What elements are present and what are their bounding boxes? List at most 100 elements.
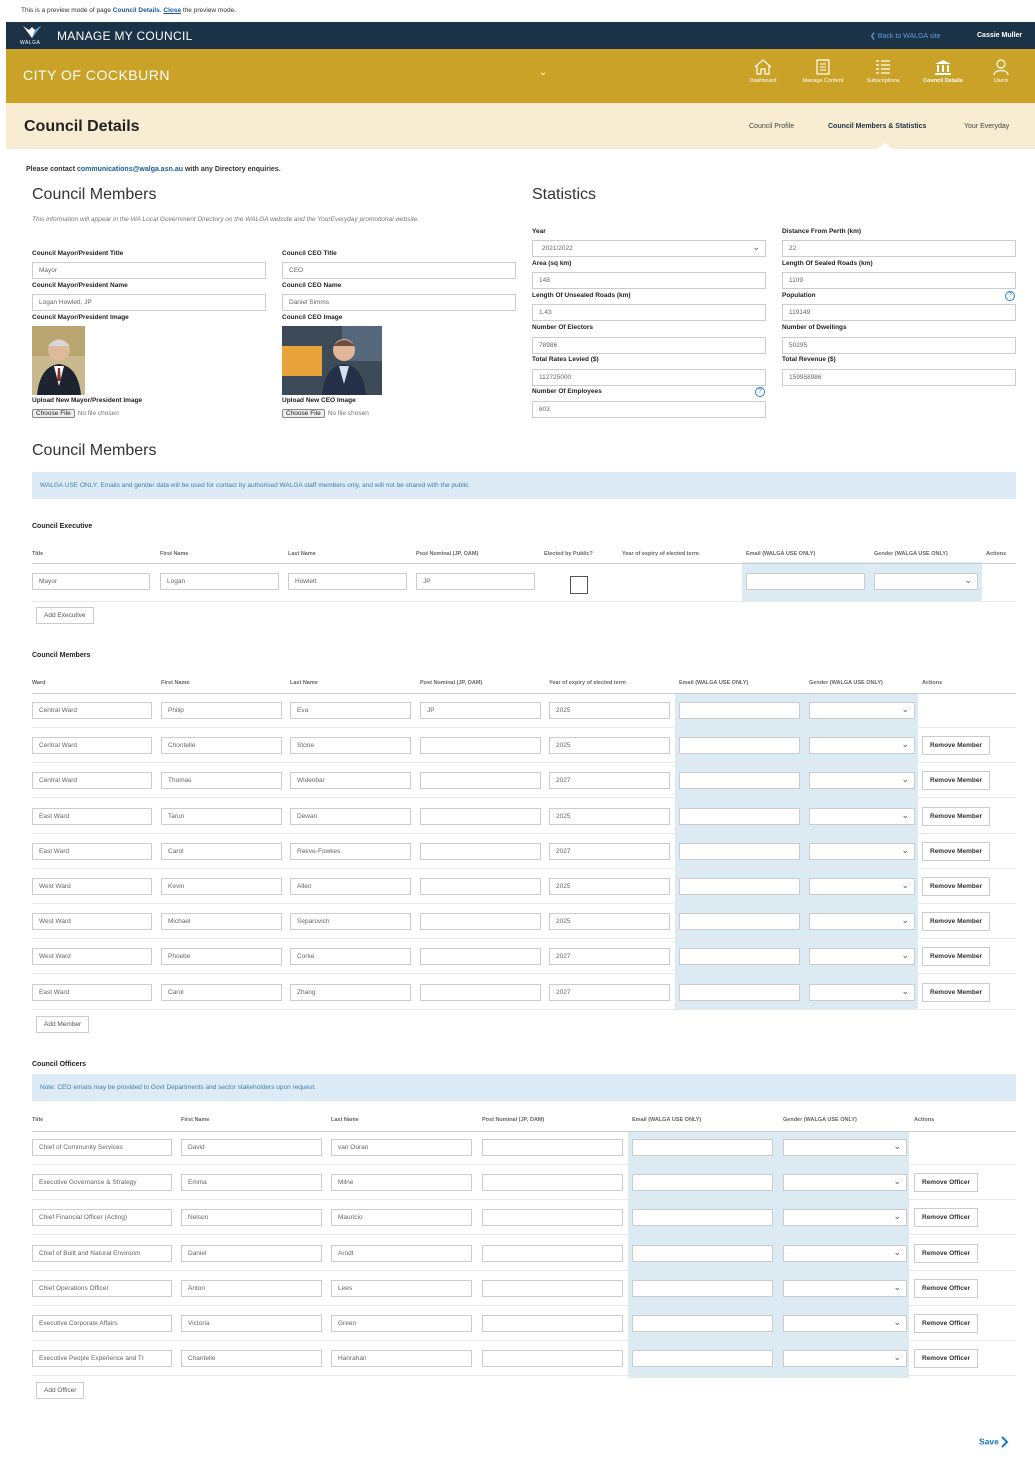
- post-nominal-input[interactable]: [482, 1315, 623, 1332]
- officer-title-input[interactable]: Chief of Community Services: [32, 1139, 172, 1156]
- first-name-input[interactable]: Chontelle: [161, 737, 282, 755]
- ceo-name-input[interactable]: Daniel Simms: [282, 294, 516, 311]
- last-name-input[interactable]: Eva: [290, 702, 411, 719]
- gender-select[interactable]: [809, 737, 915, 755]
- remove-officer-button[interactable]: Remove Officer: [914, 1243, 979, 1263]
- ward-input[interactable]: East Ward: [32, 842, 152, 860]
- last-name-input[interactable]: Dewan: [290, 807, 411, 825]
- executive-first-name-input[interactable]: Logan: [160, 573, 279, 590]
- nav-users[interactable]: Users: [971, 59, 1031, 84]
- mayor-title-input[interactable]: Mayor: [32, 262, 266, 279]
- gender-select[interactable]: [809, 913, 915, 931]
- ward-input[interactable]: East Ward: [32, 983, 152, 1001]
- gender-select[interactable]: [809, 807, 915, 825]
- employees-input[interactable]: 603: [532, 401, 766, 418]
- first-name-input[interactable]: Victoria: [181, 1315, 322, 1332]
- officer-title-input[interactable]: Executive People Experience and Tr: [32, 1350, 172, 1368]
- distance-input[interactable]: 22: [782, 240, 1016, 257]
- employees-help-icon[interactable]: ?: [755, 387, 765, 397]
- email-input[interactable]: [679, 983, 800, 1001]
- ward-input[interactable]: East Ward: [32, 807, 152, 825]
- first-name-input[interactable]: Chantelle: [181, 1350, 322, 1368]
- remove-member-button[interactable]: Remove Member: [922, 771, 991, 791]
- year-select[interactable]: 2021/2022: [532, 240, 766, 257]
- save-button[interactable]: Save: [979, 1436, 1009, 1448]
- last-name-input[interactable]: Lees: [331, 1279, 472, 1297]
- dwellings-input[interactable]: 50295: [782, 337, 1016, 354]
- last-name-input[interactable]: Corke: [290, 948, 411, 966]
- electors-input[interactable]: 78986: [532, 337, 766, 354]
- population-input[interactable]: 119149: [782, 304, 1016, 321]
- gender-select[interactable]: [809, 878, 915, 895]
- gender-select[interactable]: [809, 948, 915, 966]
- nav-council-details[interactable]: Council Details: [913, 59, 973, 84]
- gender-select[interactable]: [783, 1174, 907, 1192]
- council-switch-chevron-icon[interactable]: ⌄: [539, 67, 547, 78]
- post-nominal-input[interactable]: [420, 878, 541, 895]
- post-nominal-input[interactable]: [482, 1209, 623, 1227]
- ward-input[interactable]: West Ward: [32, 948, 152, 966]
- contact-email-link[interactable]: communications@walga.asn.au: [77, 166, 183, 173]
- term-expiry-input[interactable]: 2025: [549, 702, 670, 719]
- choose-file-button[interactable]: Choose File: [282, 409, 325, 418]
- remove-member-button[interactable]: Remove Member: [922, 841, 991, 861]
- email-input[interactable]: [679, 948, 800, 966]
- officer-title-input[interactable]: Chief Operations Officer: [32, 1279, 172, 1297]
- term-expiry-input[interactable]: 2025: [549, 737, 670, 755]
- remove-officer-button[interactable]: Remove Officer: [914, 1208, 979, 1228]
- term-expiry-input[interactable]: 2027: [549, 772, 670, 790]
- last-name-input[interactable]: Allen: [290, 878, 411, 895]
- first-name-input[interactable]: Thomas: [161, 772, 282, 790]
- first-name-input[interactable]: Anton: [181, 1279, 322, 1297]
- unsealed-roads-input[interactable]: 1.43: [532, 304, 766, 321]
- remove-member-button[interactable]: Remove Member: [922, 736, 991, 756]
- remove-member-button[interactable]: Remove Member: [922, 947, 991, 967]
- first-name-input[interactable]: Kevin: [161, 878, 282, 895]
- first-name-input[interactable]: Philip: [161, 702, 282, 719]
- first-name-input[interactable]: Carol: [161, 842, 282, 860]
- term-expiry-input[interactable]: 2027: [549, 983, 670, 1001]
- ceo-title-input[interactable]: CEO: [282, 262, 516, 279]
- post-nominal-input[interactable]: [482, 1174, 623, 1192]
- ward-input[interactable]: Central Ward: [32, 772, 152, 790]
- last-name-input[interactable]: Green: [331, 1315, 472, 1332]
- last-name-input[interactable]: Reeve-Fowkes: [290, 842, 411, 860]
- last-name-input[interactable]: Widenbar: [290, 772, 411, 790]
- first-name-input[interactable]: Tarun: [161, 807, 282, 825]
- post-nominal-input[interactable]: [420, 772, 541, 790]
- officer-title-input[interactable]: Executive Governance & Strategy: [32, 1174, 172, 1192]
- last-name-input[interactable]: van Ooran: [331, 1139, 472, 1156]
- email-input[interactable]: [632, 1279, 773, 1297]
- remove-member-button[interactable]: Remove Member: [922, 982, 991, 1002]
- tab-council-profile[interactable]: Council Profile: [749, 123, 794, 130]
- add-executive-button[interactable]: Add Executive: [36, 607, 94, 624]
- post-nominal-input[interactable]: [420, 737, 541, 755]
- back-to-walga-link[interactable]: ❮ Back to WALGA site: [870, 32, 941, 40]
- add-member-button[interactable]: Add Member: [36, 1016, 90, 1033]
- executive-gender-select[interactable]: [874, 573, 978, 590]
- gender-select[interactable]: [783, 1279, 907, 1297]
- email-input[interactable]: [632, 1350, 773, 1368]
- last-name-input[interactable]: Milne: [331, 1174, 472, 1192]
- last-name-input[interactable]: Separovich: [290, 913, 411, 931]
- gender-select[interactable]: [809, 983, 915, 1001]
- revenue-input[interactable]: 159958986: [782, 369, 1016, 386]
- first-name-input[interactable]: Carol: [161, 983, 282, 1001]
- officer-title-input[interactable]: Chief Financial Officer (Acting): [32, 1209, 172, 1227]
- executive-title-input[interactable]: Mayor: [32, 573, 150, 590]
- elected-by-public-checkbox[interactable]: [570, 576, 588, 594]
- term-expiry-input[interactable]: 2027: [549, 842, 670, 860]
- gender-select[interactable]: [783, 1244, 907, 1262]
- gender-select[interactable]: [783, 1350, 907, 1368]
- remove-officer-button[interactable]: Remove Officer: [914, 1349, 979, 1369]
- area-input[interactable]: 148: [532, 272, 766, 289]
- remove-officer-button[interactable]: Remove Officer: [914, 1278, 979, 1298]
- email-input[interactable]: [679, 807, 800, 825]
- remove-officer-button[interactable]: Remove Officer: [914, 1314, 979, 1333]
- post-nominal-input[interactable]: [420, 948, 541, 966]
- gender-select[interactable]: [809, 702, 915, 719]
- user-name[interactable]: Cassie Muller: [977, 32, 1022, 39]
- last-name-input[interactable]: Mauricio: [331, 1209, 472, 1227]
- post-nominal-input[interactable]: [482, 1244, 623, 1262]
- gender-select[interactable]: [783, 1315, 907, 1332]
